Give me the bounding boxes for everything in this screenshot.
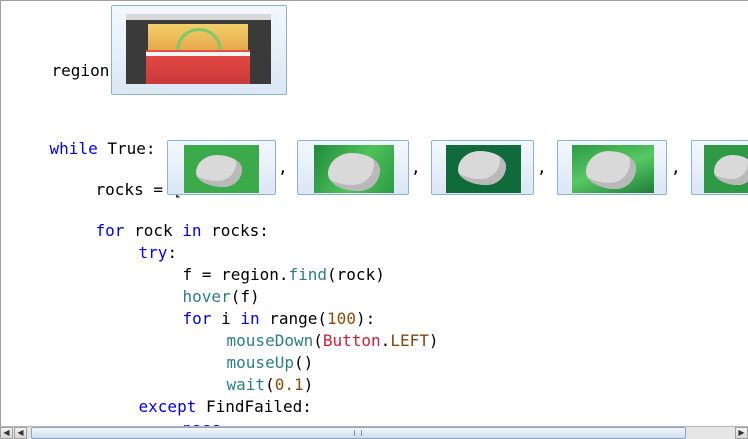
region-screenshot-thumbnail[interactable] (111, 5, 287, 95)
region-screenshot-image (126, 14, 271, 84)
left-constant: LEFT (390, 331, 429, 350)
list-comma-3: , (537, 158, 547, 177)
mousedown-paren-open: ( (313, 331, 323, 350)
find-args: (rock) (327, 265, 385, 284)
hover-line: hover(f) (144, 264, 260, 306)
for-iterable: rocks: (201, 221, 269, 240)
for-range-line: for i in range(100): (144, 286, 376, 328)
scrollbar-grip-icon (354, 430, 362, 436)
rock-thumbnail-4[interactable] (557, 140, 667, 195)
in-keyword: in (182, 221, 202, 240)
rock-image-4 (572, 145, 654, 193)
mousedown-paren-close: ) (428, 331, 439, 350)
while-keyword: while (49, 139, 98, 158)
mouseup-line: mouseUp() (188, 330, 314, 372)
while-line: while True: (11, 116, 156, 158)
find-function: find (288, 265, 328, 284)
rock-image-3 (446, 145, 521, 193)
scrollbar-thumb[interactable] (31, 427, 686, 439)
while-condition: True: (97, 139, 156, 158)
rock-image-1 (184, 145, 259, 193)
wait-line: wait(0.1) (188, 352, 314, 394)
rocks-line: rocks = [ (57, 157, 183, 199)
rock-thumbnail-1[interactable] (167, 140, 276, 195)
rock-thumbnail-5[interactable] (691, 140, 748, 195)
list-comma-2: , (411, 158, 421, 177)
rock-image-2 (314, 145, 394, 193)
find-line: f = region.find(rock) (144, 242, 385, 284)
rock-image-5 (704, 145, 748, 193)
pass-line: pass (144, 396, 222, 426)
list-comma-4: , (671, 158, 681, 177)
list-comma-1: , (278, 158, 288, 177)
button-class: Button (322, 331, 381, 350)
try-line: try: (100, 220, 178, 262)
horizontal-scrollbar[interactable]: ◀ ◀ ▶ (0, 426, 748, 439)
scroll-left-alt-icon[interactable]: ◀ (14, 427, 27, 439)
pass-keyword: pass (183, 419, 222, 426)
scroll-right-icon[interactable]: ▶ (735, 427, 748, 439)
mousedown-line: mouseDown(Button.LEFT) (188, 308, 439, 350)
rock-thumbnail-2[interactable] (297, 140, 409, 195)
button-dot: . (380, 331, 391, 350)
rock-thumbnail-3[interactable] (431, 140, 534, 195)
for-rock-line: for rock in rocks: (57, 198, 269, 240)
except-line: except FindFailed: (100, 374, 312, 416)
code-editor[interactable]: region = while True: rocks = [ , , , , f… (0, 0, 748, 426)
scroll-left-icon[interactable]: ◀ (0, 427, 13, 439)
